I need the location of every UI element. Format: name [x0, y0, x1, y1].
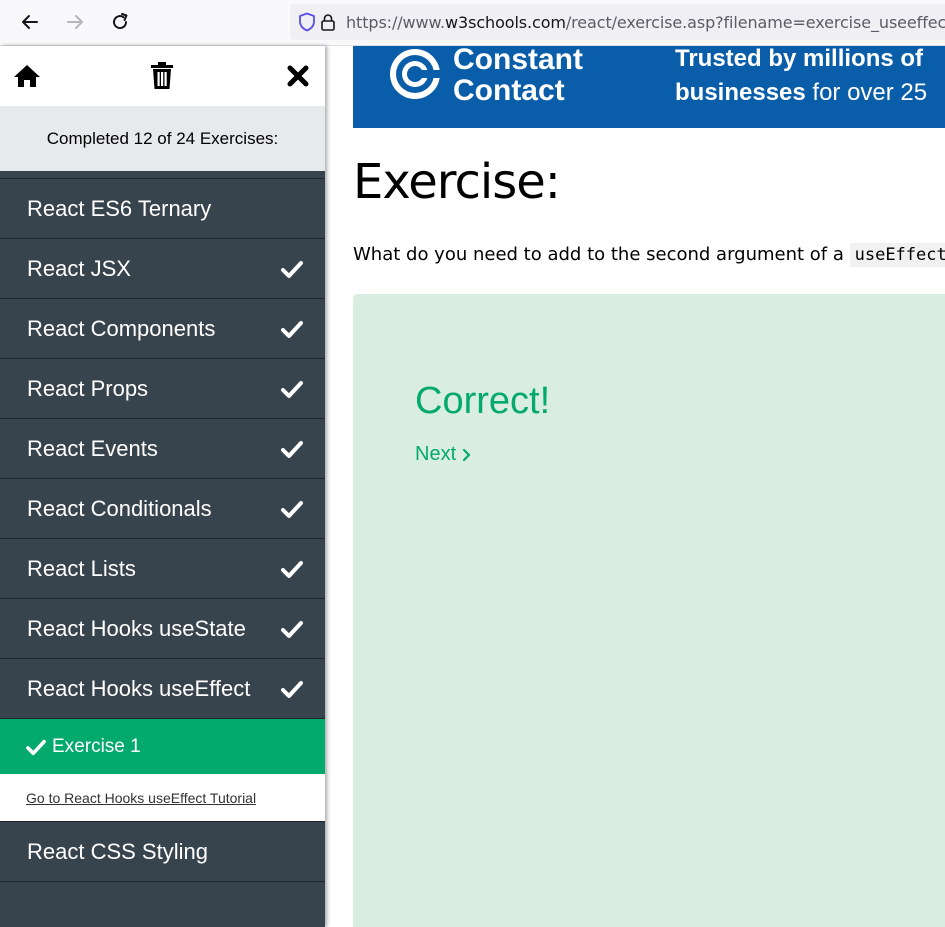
advertisement-banner[interactable]: Constant Contact Trusted by millions of …: [353, 46, 945, 128]
main-content: Constant Contact Trusted by millions of …: [325, 46, 945, 927]
sidebar-item-react-props[interactable]: React Props: [0, 359, 325, 419]
ad-tagline-line1: Trusted by millions of: [675, 46, 924, 72]
sidebar-item-label: React Components: [27, 315, 216, 341]
sidebar-item-react-components[interactable]: React Components: [0, 299, 325, 359]
ad-tagline-bold: businesses: [675, 79, 806, 106]
address-bar[interactable]: https://www.w3schools.com/react/exercise…: [290, 4, 945, 40]
chevron-right-icon: [463, 448, 471, 461]
sidebar-item-label: React Hooks useState: [27, 615, 246, 641]
next-label: Next: [415, 443, 457, 465]
ad-brand-line2: Contact: [453, 74, 565, 107]
exercise-question: What do you need to add to the second ar…: [353, 243, 945, 267]
close-icon: [287, 65, 309, 87]
sidebar-item-label: React Props: [27, 375, 149, 401]
result-message: Correct!: [415, 380, 551, 422]
sidebar-item-react-es6-ternary[interactable]: React ES6 Ternary: [0, 179, 325, 239]
tutorial-link-row: Go to React Hooks useEffect Tutorial: [0, 774, 325, 822]
url-scheme: https://www.: [346, 12, 446, 32]
sidebar-item-label: React ES6 Ternary: [27, 195, 212, 221]
sidebar-header: [0, 46, 325, 106]
browser-toolbar: https://www.w3schools.com/react/exercise…: [0, 0, 945, 46]
sidebar-item-react-conditionals[interactable]: React Conditionals: [0, 479, 325, 539]
ad-tagline-line2: businesses for over 25: [675, 76, 927, 110]
url-text[interactable]: https://www.w3schools.com/react/exercise…: [346, 13, 945, 32]
back-arrow-icon: [22, 15, 38, 29]
question-code: useEffect: [849, 243, 945, 267]
tutorial-link[interactable]: Go to React Hooks useEffect Tutorial: [26, 790, 256, 806]
home-button[interactable]: [11, 60, 43, 92]
sidebar-item-label: React Conditionals: [27, 495, 212, 521]
sidebar-item-react-hooks-useeffect[interactable]: React Hooks useEffect: [0, 659, 325, 719]
close-sidebar-button[interactable]: [282, 60, 314, 92]
back-button[interactable]: [14, 6, 46, 38]
sidebar-item-label: React Events: [27, 435, 158, 461]
sidebar-item-react-css-styling[interactable]: React CSS Styling: [0, 822, 325, 882]
ad-tagline-rest: for over 25: [805, 79, 928, 106]
checkmark-icon: [281, 380, 303, 398]
sidebar-item-react-lists[interactable]: React Lists: [0, 539, 325, 599]
home-icon: [14, 65, 40, 87]
tracking-protection-shield-icon[interactable]: [298, 11, 316, 33]
sidebar-item-label: React Hooks useEffect: [27, 675, 251, 701]
url-domain: w3schools.com: [445, 12, 566, 32]
ad-brand-line1: Constant: [453, 46, 583, 76]
checkmark-icon: [281, 500, 303, 518]
answer-result-panel: Correct! Next: [353, 294, 945, 927]
sidebar-item-label: React CSS Styling: [27, 838, 208, 864]
sidebar-subitem-label: Exercise 1: [52, 735, 141, 757]
checkmark-icon: [281, 320, 303, 338]
checkmark-icon: [281, 440, 303, 458]
checkmark-icon: [281, 680, 303, 698]
checkmark-icon: [281, 620, 303, 638]
constant-contact-logo-icon: [390, 49, 445, 99]
progress-text: Completed 12 of 24 Exercises:: [0, 106, 325, 171]
sidebar-subitem-exercise-1[interactable]: Exercise 1: [0, 719, 325, 774]
checkmark-icon: [281, 260, 303, 278]
sidebar-item-label: React JSX: [27, 255, 131, 281]
forward-button[interactable]: [59, 6, 91, 38]
reload-button[interactable]: [104, 6, 136, 38]
checkmark-icon: [281, 560, 303, 578]
exercise-sidebar: Completed 12 of 24 Exercises: React ES6 …: [0, 46, 325, 927]
sidebar-divider: [0, 171, 325, 179]
next-button[interactable]: Next: [415, 443, 472, 466]
trash-icon: [151, 62, 173, 89]
url-path: /react/exercise.asp?filename=exercise_us…: [565, 12, 945, 32]
ad-brand-name: Constant Contact: [453, 46, 583, 106]
sidebar-item-react-events[interactable]: React Events: [0, 419, 325, 479]
forward-arrow-icon: [67, 15, 83, 29]
sidebar-item-react-jsx[interactable]: React JSX: [0, 239, 325, 299]
ad-tagline: Trusted by millions of businesses for ov…: [675, 46, 927, 110]
page-title: Exercise:: [353, 154, 561, 210]
reset-button[interactable]: [146, 60, 178, 92]
question-text: What do you need to add to the second ar…: [353, 244, 850, 265]
sidebar-item-label: React Lists: [27, 555, 136, 581]
checkmark-icon: [26, 739, 46, 755]
reload-icon: [113, 13, 128, 30]
sidebar-item-react-hooks-usestate[interactable]: React Hooks useState: [0, 599, 325, 659]
lock-icon[interactable]: [320, 11, 336, 33]
